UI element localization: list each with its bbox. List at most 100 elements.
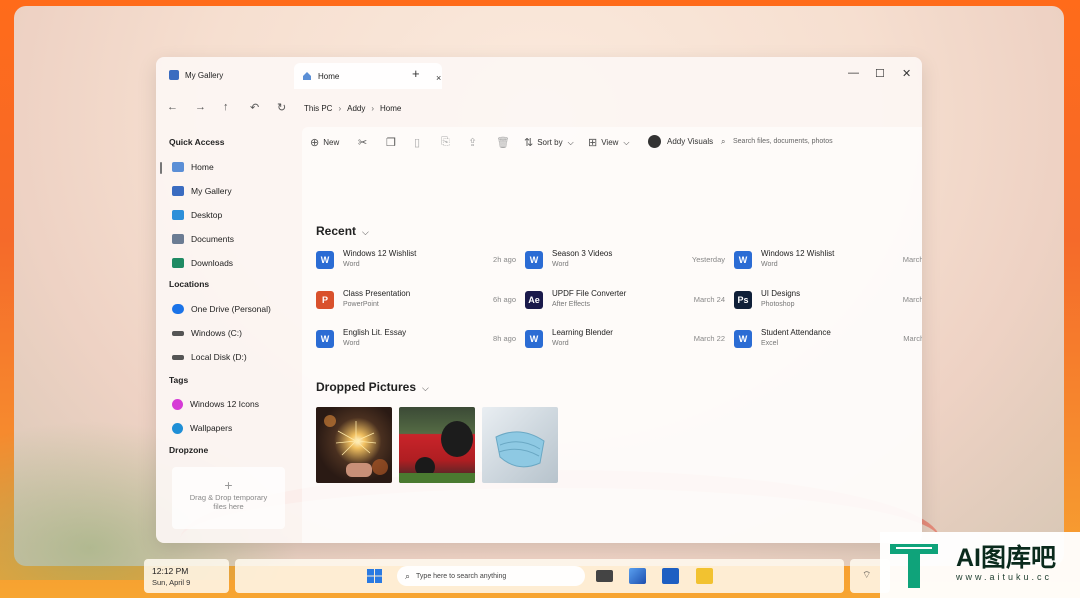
recent-file-item[interactable]: W Student Attendance Excel March 11 bbox=[734, 328, 922, 352]
new-tab-button[interactable]: + bbox=[412, 63, 420, 83]
sidebar-item-windows-c[interactable]: Windows (C:) bbox=[172, 325, 242, 341]
command-bar: ⊕ New ✂ ❐ ▯ ⎘ ⇪ 🗑 ⇅ Sort by ⌵ ⊞ View ⌵ A… bbox=[302, 127, 922, 157]
chevron-down-icon: ⌵ bbox=[362, 227, 369, 237]
file-type-icon: Ps bbox=[734, 291, 752, 309]
tab-my-gallery[interactable]: My Gallery bbox=[169, 65, 223, 85]
sidebar-item-windows-12-icons[interactable]: Windows 12 Icons bbox=[172, 396, 259, 412]
view-button[interactable]: ⊞ View ⌵ bbox=[588, 136, 630, 149]
trash-icon: 🗑 bbox=[496, 137, 510, 149]
paste-button[interactable]: ▯ bbox=[414, 136, 424, 149]
breadcrumb-addy[interactable]: Addy bbox=[347, 104, 365, 113]
dropzone-area[interactable]: + Drag & Drop temporary files here bbox=[172, 467, 285, 529]
tags-heading: Tags bbox=[169, 375, 189, 385]
recent-file-item[interactable]: P Class Presentation PowerPoint 6h ago bbox=[316, 289, 516, 313]
recent-file-item[interactable]: W Season 3 Videos Word Yesterday bbox=[525, 249, 725, 273]
sidebar-item-home[interactable]: Home bbox=[172, 159, 214, 175]
breadcrumb-home[interactable]: Home bbox=[380, 104, 401, 113]
minimize-button[interactable]: — bbox=[848, 67, 859, 79]
user-account-button[interactable]: Addy Visuals bbox=[648, 135, 713, 148]
refresh-button[interactable]: ↻ bbox=[277, 101, 286, 114]
file-name: Windows 12 Wishlist bbox=[761, 249, 835, 258]
breadcrumb-this-pc[interactable]: This PC bbox=[304, 104, 332, 113]
tag-dot-icon bbox=[172, 422, 183, 434]
dropped-pictures-heading[interactable]: Dropped Pictures ⌵ bbox=[316, 380, 429, 394]
close-tab-button[interactable]: × bbox=[436, 68, 441, 88]
sort-button[interactable]: ⇅ Sort by ⌵ bbox=[524, 136, 574, 149]
recent-heading[interactable]: Recent ⌵ bbox=[316, 224, 369, 238]
user-name: Addy Visuals bbox=[667, 137, 714, 146]
search-icon: ⌕ bbox=[405, 570, 411, 581]
maximize-button[interactable]: ☐ bbox=[875, 67, 885, 80]
delete-button[interactable]: 🗑 bbox=[496, 136, 514, 149]
sidebar-item-documents[interactable]: Documents bbox=[172, 231, 234, 247]
picture-sparkler[interactable] bbox=[316, 407, 392, 483]
clock-date: Sun, April 9 bbox=[152, 578, 191, 587]
taskbar-search-input[interactable]: ⌕ Type here to search anything bbox=[397, 566, 585, 586]
file-name: Windows 12 Wishlist bbox=[343, 249, 417, 258]
sidebar-item-downloads[interactable]: Downloads bbox=[172, 255, 233, 271]
close-window-button[interactable]: ✕ bbox=[902, 67, 911, 80]
search-input[interactable]: Search files, documents, photos bbox=[733, 138, 833, 145]
recent-file-item[interactable]: W English Lit. Essay Word 8h ago bbox=[316, 328, 516, 352]
sidebar-item-local-disk-d[interactable]: Local Disk (D:) bbox=[172, 349, 247, 365]
navigation-bar: ← → ↑ ↶ ↻ This PC › Addy › Home bbox=[156, 93, 922, 123]
file-name: English Lit. Essay bbox=[343, 328, 407, 337]
picture-face-mask[interactable] bbox=[482, 407, 558, 483]
file-name: UI Designs bbox=[761, 289, 801, 298]
task-view-icon[interactable] bbox=[596, 570, 613, 582]
file-time: March 19 bbox=[902, 255, 922, 264]
sidebar-item-label: Desktop bbox=[191, 210, 223, 220]
sidebar-item-label: Home bbox=[191, 162, 214, 172]
rename-button[interactable]: ⎘ bbox=[441, 136, 454, 149]
new-button[interactable]: ⊕ New bbox=[310, 136, 339, 149]
clock-time: 12:12 PM bbox=[152, 566, 189, 576]
recent-file-item[interactable]: W Windows 12 Wishlist Word March 19 bbox=[734, 249, 922, 273]
scissors-icon: ✂ bbox=[358, 137, 368, 149]
picture-red-car-dog[interactable] bbox=[399, 407, 475, 483]
mail-app-icon[interactable] bbox=[662, 568, 679, 584]
tab-label: My Gallery bbox=[185, 70, 224, 80]
recent-file-item[interactable]: Ps UI Designs Photoshop March 15 bbox=[734, 289, 922, 313]
back-button[interactable]: ← bbox=[167, 101, 178, 113]
file-explorer-app-icon[interactable] bbox=[696, 568, 713, 584]
recent-file-item[interactable]: W Windows 12 Wishlist Word 2h ago bbox=[316, 249, 516, 273]
sidebar-item-onedrive[interactable]: One Drive (Personal) bbox=[172, 301, 271, 317]
sidebar-item-my-gallery[interactable]: My Gallery bbox=[172, 183, 232, 199]
sidebar-item-label: Documents bbox=[191, 234, 234, 244]
taskbar-clock[interactable]: 12:12 PM Sun, April 9 bbox=[144, 559, 229, 593]
start-button[interactable] bbox=[366, 568, 383, 584]
undo-button[interactable]: ↶ bbox=[250, 101, 259, 114]
cloud-icon bbox=[172, 304, 184, 314]
sidebar-item-wallpapers[interactable]: Wallpapers bbox=[172, 420, 232, 436]
desktop-icon bbox=[172, 210, 184, 220]
file-type-icon: W bbox=[734, 330, 752, 348]
tab-home[interactable]: Home bbox=[294, 63, 442, 89]
recent-file-item[interactable]: Ae UPDF File Converter After Effects March … bbox=[525, 289, 725, 313]
recent-file-item[interactable]: W Learning Blender Word March 22 bbox=[525, 328, 725, 352]
file-name: Season 3 Videos bbox=[552, 249, 613, 258]
mask-art bbox=[495, 431, 545, 468]
file-type-icon: W bbox=[316, 251, 334, 269]
up-button[interactable]: ↑ bbox=[223, 101, 229, 113]
file-type: Word bbox=[343, 340, 360, 347]
sidebar-item-desktop[interactable]: Desktop bbox=[172, 207, 222, 223]
gallery-icon bbox=[172, 186, 184, 196]
cut-button[interactable]: ✂ bbox=[358, 136, 371, 149]
dropzone-hint-line2: files here bbox=[213, 502, 244, 511]
dropzone-hint-line1: Drag & Drop temporary bbox=[189, 493, 268, 502]
view-label: View bbox=[601, 138, 619, 147]
grid-icon: ⊞ bbox=[588, 137, 598, 149]
share-button[interactable]: ⇪ bbox=[468, 136, 481, 149]
file-type-icon: W bbox=[525, 330, 543, 348]
copy-button[interactable]: ❐ bbox=[386, 136, 400, 149]
sort-label: Sort by bbox=[537, 138, 563, 147]
forward-button[interactable]: → bbox=[195, 101, 206, 113]
sidebar-item-label: Wallpapers bbox=[190, 423, 233, 433]
watermark-url: www.aituku.cc bbox=[956, 572, 1053, 582]
file-type: Word bbox=[761, 261, 778, 268]
car-dog-art bbox=[399, 421, 475, 483]
gallery-app-icon[interactable] bbox=[629, 568, 646, 584]
file-time: March 24 bbox=[693, 295, 725, 304]
file-type: After Effects bbox=[552, 301, 590, 308]
file-type: PowerPoint bbox=[343, 301, 379, 308]
